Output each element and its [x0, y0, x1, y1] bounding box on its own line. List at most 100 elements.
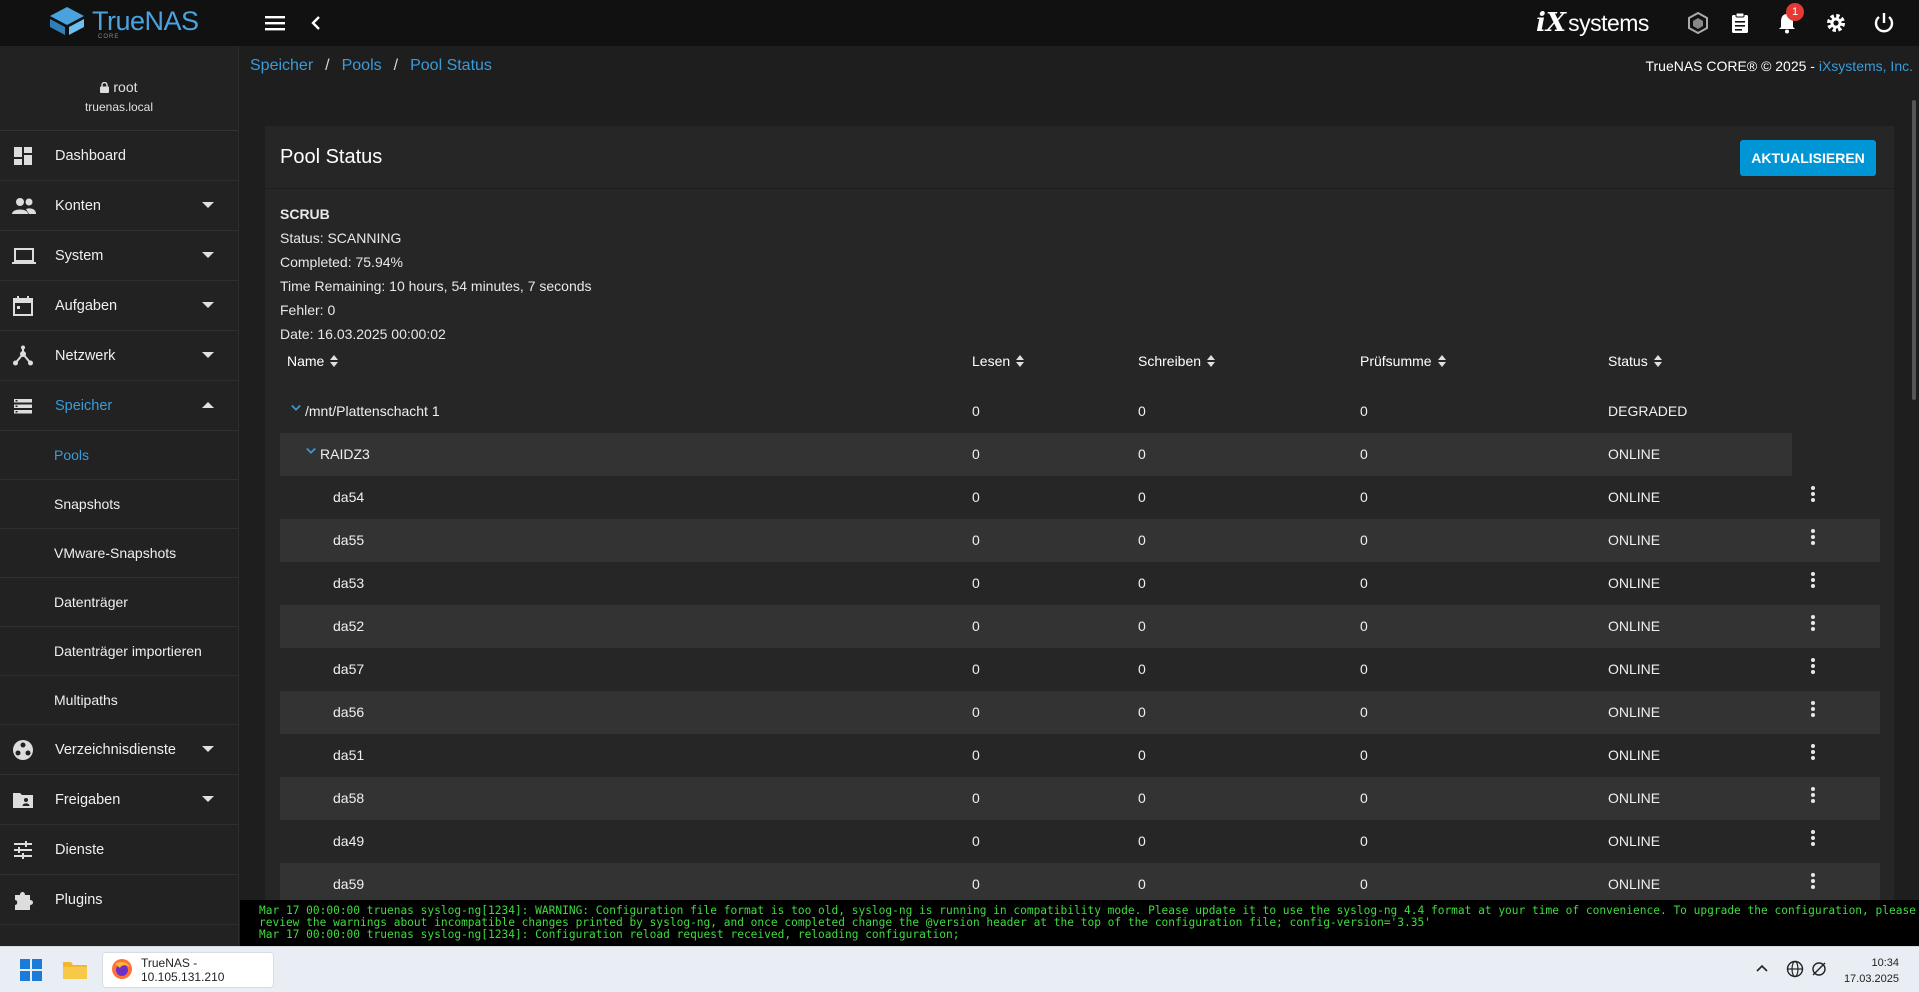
truenas-logo[interactable]: TrueNAS CORE	[48, 5, 199, 40]
logo-text: TrueNAS	[92, 5, 199, 36]
table-row[interactable]: da52 0 0 0 ONLINE	[280, 605, 1880, 648]
cell-status: DEGRADED	[1608, 403, 1688, 419]
cell-status: ONLINE	[1608, 704, 1661, 720]
column-status[interactable]: Status	[1608, 353, 1662, 369]
breadcrumb-bar: Speicher / Pools / Pool Status TrueNAS C…	[240, 46, 1919, 86]
refresh-button[interactable]: AKTUALISIEREN	[1740, 140, 1876, 176]
cell-status: ONLINE	[1608, 575, 1661, 591]
sidebar-subitem-snapshots[interactable]: Snapshots	[0, 480, 238, 529]
firefox-icon	[111, 958, 133, 983]
network-status-icon[interactable]	[1810, 960, 1828, 983]
chevron-up-icon[interactable]	[1755, 961, 1769, 980]
table-row[interactable]: da54 0 0 0 ONLINE	[280, 476, 1880, 519]
sidebar-subitem-multipaths[interactable]: Multipaths	[0, 676, 238, 725]
table-row[interactable]: da55 0 0 0 ONLINE	[280, 519, 1880, 562]
pool-status-card: Pool Status AKTUALISIEREN SCRUB Status: …	[265, 126, 1894, 946]
cell-name: /mnt/Plattenschacht 1	[305, 403, 440, 419]
sidebar-subitem-vmware-snapshots[interactable]: VMware-Snapshots	[0, 529, 238, 578]
menu-icon[interactable]	[264, 11, 288, 35]
sidebar-subitem-datentraeger-importieren[interactable]: Datenträger importieren	[0, 627, 238, 676]
cell-checksum: 0	[1360, 790, 1368, 806]
ixsystems-logo[interactable]: iX systems	[1536, 8, 1649, 38]
console-messages: Mar 17 00:00:00 truenas syslog-ng[1234]:…	[240, 900, 1919, 946]
table-row[interactable]: da49 0 0 0 ONLINE	[280, 820, 1880, 863]
table-row[interactable]: da58 0 0 0 ONLINE	[280, 777, 1880, 820]
taskbar-clock[interactable]: 10:34 17.03.2025	[1844, 955, 1899, 987]
column-schreiben[interactable]: Schreiben	[1138, 353, 1216, 369]
windows-start-icon[interactable]	[20, 959, 42, 981]
people-icon	[12, 195, 36, 217]
clock-time: 10:34	[1871, 957, 1899, 969]
sidebar-item-verzeichnisdienste[interactable]: Verzeichnisdienste	[0, 725, 238, 775]
sidebar-item-aufgaben[interactable]: Aufgaben	[0, 281, 238, 331]
more-options-icon[interactable]	[1810, 830, 1816, 848]
language-globe-icon[interactable]	[1786, 960, 1804, 983]
table-row[interactable]: RAIDZ3 0 0 0 ONLINE	[280, 433, 1792, 476]
truecommand-icon[interactable]	[1686, 11, 1710, 35]
chevron-left-icon[interactable]	[304, 11, 328, 35]
scrub-info: SCRUB Status: SCANNING Completed: 75.94%…	[280, 202, 592, 346]
more-options-icon[interactable]	[1810, 701, 1816, 719]
column-lesen[interactable]: Lesen	[972, 353, 1025, 369]
table-header: Name Lesen Schreiben Prüfsumme Status	[280, 353, 1880, 379]
sidebar-subitem-pools[interactable]: Pools	[0, 431, 238, 480]
sidebar-item-dienste[interactable]: Dienste	[0, 825, 238, 875]
column-label: Prüfsumme	[1360, 353, 1432, 369]
gear-icon[interactable]	[1824, 11, 1848, 35]
more-options-icon[interactable]	[1810, 744, 1816, 762]
cell-read: 0	[972, 618, 980, 634]
ixsystems-link[interactable]: iXsystems, Inc.	[1819, 58, 1913, 74]
sidebar-item-konten[interactable]: Konten	[0, 181, 238, 231]
sidebar-item-plugins[interactable]: Plugins	[0, 875, 238, 925]
sidebar-item-system[interactable]: System	[0, 231, 238, 281]
sidebar-item-label: Dienste	[55, 841, 105, 858]
table-row[interactable]: da53 0 0 0 ONLINE	[280, 562, 1880, 605]
more-options-icon[interactable]	[1810, 572, 1816, 590]
table-row[interactable]: da57 0 0 0 ONLINE	[280, 648, 1880, 691]
more-options-icon[interactable]	[1810, 529, 1816, 547]
sidebar-item-freigaben[interactable]: Freigaben	[0, 775, 238, 825]
network-icon	[12, 345, 34, 367]
username: root	[113, 79, 138, 95]
sidebar-subitem-datentraeger[interactable]: Datenträger	[0, 578, 238, 627]
breadcrumb-pools[interactable]: Pools	[342, 57, 382, 75]
clock-date: 17.03.2025	[1843, 973, 1899, 985]
sidebar-item-label: Freigaben	[55, 791, 121, 808]
column-name[interactable]: Name	[287, 353, 339, 369]
more-options-icon[interactable]	[1810, 787, 1816, 805]
sidebar-item-netzwerk[interactable]: Netzwerk	[0, 331, 238, 381]
sidebar-item-label: Konten	[55, 197, 101, 214]
more-options-icon[interactable]	[1810, 658, 1816, 676]
expand-chevron-icon[interactable]	[291, 403, 301, 413]
scrub-heading: SCRUB	[280, 206, 330, 222]
notification-badge: 1	[1786, 3, 1804, 21]
table-row[interactable]: da51 0 0 0 ONLINE	[280, 734, 1880, 777]
scrub-errors: Fehler: 0	[280, 302, 336, 318]
storage-icon	[12, 395, 34, 417]
sidebar-item-speicher[interactable]: Speicher	[0, 381, 238, 431]
expand-chevron-icon[interactable]	[306, 446, 316, 456]
sidebar-item-dashboard[interactable]: Dashboard	[0, 131, 238, 181]
cell-read: 0	[972, 532, 980, 548]
table-row[interactable]: da56 0 0 0 ONLINE	[280, 691, 1880, 734]
breadcrumb-speicher[interactable]: Speicher	[250, 57, 313, 75]
table-row[interactable]: /mnt/Plattenschacht 1 0 0 0 DEGRADED	[280, 390, 1792, 433]
file-explorer-icon[interactable]	[62, 959, 88, 986]
breadcrumb-separator: /	[393, 57, 399, 74]
scrollbar[interactable]	[1912, 100, 1916, 400]
cell-checksum: 0	[1360, 876, 1368, 892]
scrub-date: Date: 16.03.2025 00:00:02	[280, 326, 446, 342]
task-manager-icon[interactable]	[1728, 11, 1752, 35]
power-icon[interactable]	[1872, 11, 1896, 35]
cell-checksum: 0	[1360, 446, 1368, 462]
more-options-icon[interactable]	[1810, 615, 1816, 633]
more-options-icon[interactable]	[1810, 873, 1816, 891]
chevron-down-icon	[202, 352, 214, 358]
cell-write: 0	[1138, 532, 1146, 548]
cell-status: ONLINE	[1608, 747, 1661, 763]
cell-name: da58	[333, 790, 365, 806]
more-options-icon[interactable]	[1810, 486, 1816, 504]
chevron-down-icon	[202, 202, 214, 208]
column-pruefsumme[interactable]: Prüfsumme	[1360, 353, 1446, 369]
taskbar-app-firefox[interactable]: TrueNAS - 10.105.131.210	[102, 952, 274, 988]
